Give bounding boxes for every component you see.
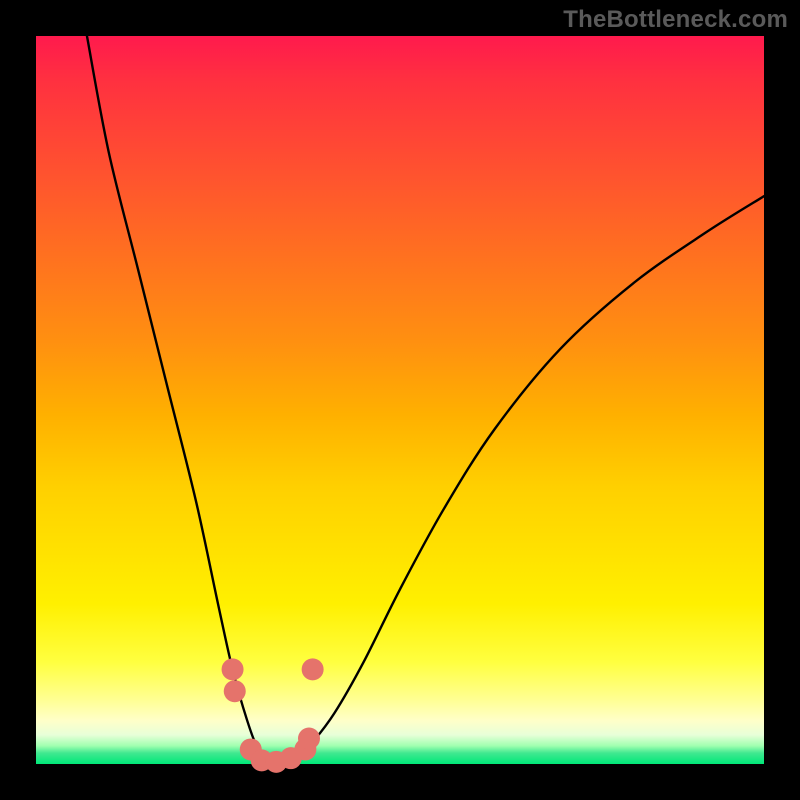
plot-area	[36, 36, 764, 764]
data-point	[222, 658, 244, 680]
chart-frame: TheBottleneck.com	[0, 0, 800, 800]
data-point	[302, 658, 324, 680]
watermark-text: TheBottleneck.com	[563, 6, 788, 34]
data-point	[298, 728, 320, 750]
data-point	[224, 680, 246, 702]
bottleneck-curve	[87, 36, 764, 765]
curve-markers	[222, 658, 324, 772]
chart-svg	[36, 36, 764, 764]
